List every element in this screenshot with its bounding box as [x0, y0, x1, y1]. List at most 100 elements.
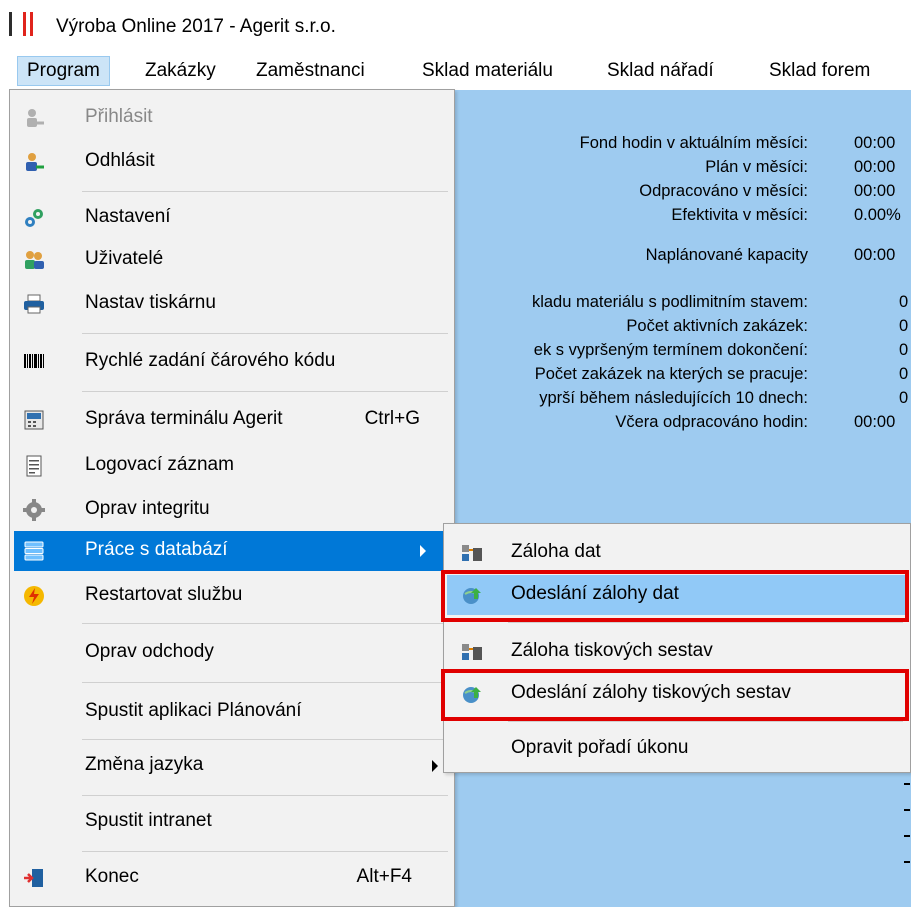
- menu-zakazky[interactable]: Zakázky: [136, 56, 225, 86]
- divider: [904, 783, 910, 785]
- stat-value: 0: [899, 317, 909, 335]
- divider: [904, 861, 910, 863]
- menu-item-sprava-terminalu[interactable]: Správa terminálu Agerit Ctrl+G: [14, 400, 450, 440]
- menu-item-label: Oprav integritu: [85, 498, 210, 519]
- menu-separator: [508, 622, 903, 623]
- menu-separator: [82, 391, 448, 392]
- menu-item-label: Konec: [85, 866, 139, 887]
- menu-item-shortcut: Ctrl+G: [364, 408, 420, 429]
- stat-value: 0: [899, 341, 909, 359]
- stat-label: Počet aktivních zakázek:: [626, 317, 808, 335]
- menu-item-spustit-intranet[interactable]: Spustit intranet: [14, 802, 450, 842]
- menu-separator: [82, 851, 448, 852]
- stat-value: 00:00: [854, 134, 896, 152]
- menu-item-spustit-planovani[interactable]: Spustit aplikaci Plánování: [14, 692, 450, 732]
- program-dropdown-menu: Přihlásit Odhlásit Nastavení Uživatelé N…: [9, 89, 455, 907]
- submenu-item-zaloha-dat[interactable]: Záloha dat: [447, 533, 907, 573]
- menu-item-barcode[interactable]: Rychlé zadání čárového kódu: [14, 342, 450, 382]
- stat-label: Včera odpracováno hodin:: [615, 413, 808, 431]
- stat-label: kladu materiálu s podlimitním stavem:: [531, 293, 808, 311]
- printer-icon: [22, 292, 46, 316]
- stat-label: Odpracováno v měsíci:: [639, 182, 808, 200]
- stat-label: Naplánované kapacity: [645, 246, 808, 264]
- barcode-icon: [22, 350, 46, 374]
- users-icon: [22, 248, 46, 272]
- stat-value: 00:00: [854, 182, 896, 200]
- menu-item-label: Správa terminálu Agerit: [85, 408, 283, 429]
- menu-separator: [82, 623, 448, 624]
- menu-item-label: Oprav odchody: [85, 641, 214, 662]
- terminal-icon: [22, 408, 46, 432]
- restart-service-icon: [22, 584, 46, 608]
- submenu-arrow-icon: [420, 545, 426, 557]
- menu-separator: [508, 721, 903, 722]
- stat-label: Plán v měsíci:: [705, 158, 808, 176]
- menu-item-zmena-jazyka[interactable]: Změna jazyka: [14, 746, 450, 786]
- stat-value: 0: [899, 365, 909, 383]
- divider: [904, 835, 910, 837]
- menu-item-shortcut: Alt+F4: [356, 866, 412, 887]
- stat-label: Efektivita v měsíci:: [671, 206, 808, 224]
- menu-item-label: Odhlásit: [85, 150, 155, 171]
- gear-icon: [22, 498, 46, 522]
- highlight-box: [441, 570, 909, 622]
- menu-item-label: Restartovat službu: [85, 584, 243, 605]
- dashboard-panel: Fond hodin v aktuálním měsíci: 00:00 Plá…: [448, 90, 911, 907]
- stat-value: 0: [899, 389, 909, 407]
- menu-separator: [82, 191, 448, 192]
- highlight-box: [441, 669, 909, 721]
- menu-separator: [82, 739, 448, 740]
- menu-item-label: Nastav tiskárnu: [85, 292, 216, 313]
- menu-separator: [82, 333, 448, 334]
- menu-item-uzivatele[interactable]: Uživatelé: [14, 240, 450, 280]
- menu-item-prihlasit: Přihlásit: [14, 98, 450, 138]
- menu-item-oprav-odchody[interactable]: Oprav odchody: [14, 633, 450, 673]
- menu-separator: [82, 682, 448, 683]
- database-submenu: Záloha dat Odeslání zálohy dat Záloha ti…: [443, 523, 911, 773]
- submenu-item-opravit-poradi[interactable]: Opravit pořadí úkonu: [447, 729, 907, 769]
- menu-bar: Program Zakázky Zaměstnanci Sklad materi…: [0, 52, 911, 90]
- login-user-icon: [22, 106, 46, 130]
- submenu-item-label: Záloha tiskových sestav: [511, 640, 713, 661]
- stat-value: 00:00: [854, 246, 896, 264]
- menu-item-restartovat-sluzbu[interactable]: Restartovat službu: [14, 576, 450, 616]
- logout-user-icon: [22, 150, 46, 174]
- menu-item-label: Nastavení: [85, 206, 171, 227]
- exit-door-icon: [22, 866, 46, 890]
- menu-item-label: Logovací záznam: [85, 454, 234, 475]
- stat-label: Fond hodin v aktuálním měsíci:: [579, 134, 808, 152]
- menu-sklad-forem[interactable]: Sklad forem: [760, 56, 879, 86]
- menu-item-prace-s-databazi[interactable]: Práce s databází: [14, 531, 450, 571]
- menu-item-label: Přihlásit: [85, 106, 153, 127]
- database-icon: [22, 539, 46, 563]
- menu-item-label: Změna jazyka: [85, 754, 204, 775]
- divider: [904, 809, 910, 811]
- menu-program[interactable]: Program: [17, 56, 110, 86]
- menu-item-label: Rychlé zadání čárového kódu: [85, 350, 336, 371]
- menu-item-nastaveni[interactable]: Nastavení: [14, 198, 450, 238]
- stat-label: ek s vypršeným termínem dokončení:: [533, 341, 808, 359]
- menu-item-label: Práce s databází: [85, 539, 228, 560]
- menu-zamestnanci[interactable]: Zaměstnanci: [247, 56, 374, 86]
- menu-item-odhlasit[interactable]: Odhlásit: [14, 142, 450, 182]
- menu-sklad-naradi[interactable]: Sklad nářadí: [598, 56, 723, 86]
- app-logo-icon: [9, 12, 39, 36]
- submenu-item-label: Opravit pořadí úkonu: [511, 737, 689, 758]
- menu-item-konec[interactable]: Konec Alt+F4: [14, 858, 450, 898]
- submenu-item-zaloha-tiskovych-sestav[interactable]: Záloha tiskových sestav: [447, 632, 907, 672]
- menu-item-label: Spustit aplikaci Plánování: [85, 700, 302, 721]
- menu-separator: [82, 795, 448, 796]
- stat-value: 0.00%: [854, 206, 901, 224]
- menu-item-logovaci-zaznam[interactable]: Logovací záznam: [14, 446, 450, 486]
- stat-label: yprší během následujících 10 dnech:: [539, 389, 808, 407]
- log-document-icon: [22, 454, 46, 478]
- menu-sklad-materialu[interactable]: Sklad materiálu: [413, 56, 562, 86]
- stat-label: Počet zakázek na kterých se pracuje:: [534, 365, 808, 383]
- submenu-arrow-icon: [432, 760, 438, 772]
- menu-item-oprav-integritu[interactable]: Oprav integritu: [14, 490, 450, 530]
- settings-gears-icon: [22, 206, 46, 230]
- stat-value: 00:00: [854, 158, 896, 176]
- backup-icon: [460, 640, 484, 664]
- menu-item-nastav-tiskarnu[interactable]: Nastav tiskárnu: [14, 284, 450, 324]
- backup-icon: [460, 541, 484, 565]
